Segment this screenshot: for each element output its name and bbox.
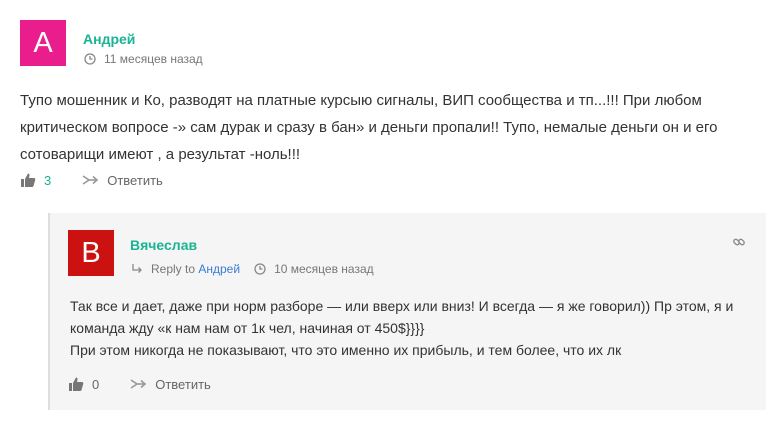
reply-button[interactable]: Ответить <box>81 173 163 188</box>
comment-time[interactable]: 11 месяцев назад <box>104 52 203 66</box>
link-icon[interactable] <box>732 235 746 249</box>
reply-to-prefix: Reply to <box>151 262 196 276</box>
reply-time[interactable]: 10 месяцев назад <box>274 262 374 276</box>
like-count: 0 <box>92 376 100 392</box>
clock-icon <box>84 53 96 65</box>
reply-text-line: При этом никогда не показывают, что это … <box>70 342 622 358</box>
reply-to-link[interactable]: Андрей <box>198 262 240 276</box>
avatar: А <box>20 20 66 66</box>
reply-to-icon <box>132 264 142 273</box>
avatar: В <box>68 230 114 276</box>
comment-meta: 11 месяцев назад <box>84 52 203 66</box>
reply-actions: 0 Ответить <box>68 376 211 392</box>
reply-arrow-icon <box>82 175 99 185</box>
comment-author[interactable]: Андрей <box>83 31 135 47</box>
clock-icon <box>254 263 266 275</box>
reply-meta: Reply to Андрей 10 месяцев назад <box>131 262 374 276</box>
reply-button[interactable]: Ответить <box>129 377 211 392</box>
reply-label: Ответить <box>155 376 211 392</box>
reply-text: Так все и дает, даже при норм разборе — … <box>70 295 750 361</box>
comment-actions: 3 Ответить <box>20 172 163 188</box>
like-count: 3 <box>44 172 52 188</box>
reply-author[interactable]: Вячеслав <box>130 237 197 253</box>
comment-text: Тупо мошенник и Ко, разводят на платные … <box>20 92 718 163</box>
reply-text-line: Так все и дает, даже при норм разборе — … <box>70 298 734 336</box>
reply-label: Ответить <box>107 172 163 188</box>
reply-arrow-icon <box>130 379 147 389</box>
thumbs-up-icon[interactable] <box>20 172 36 188</box>
thumbs-up-icon[interactable] <box>68 376 84 392</box>
